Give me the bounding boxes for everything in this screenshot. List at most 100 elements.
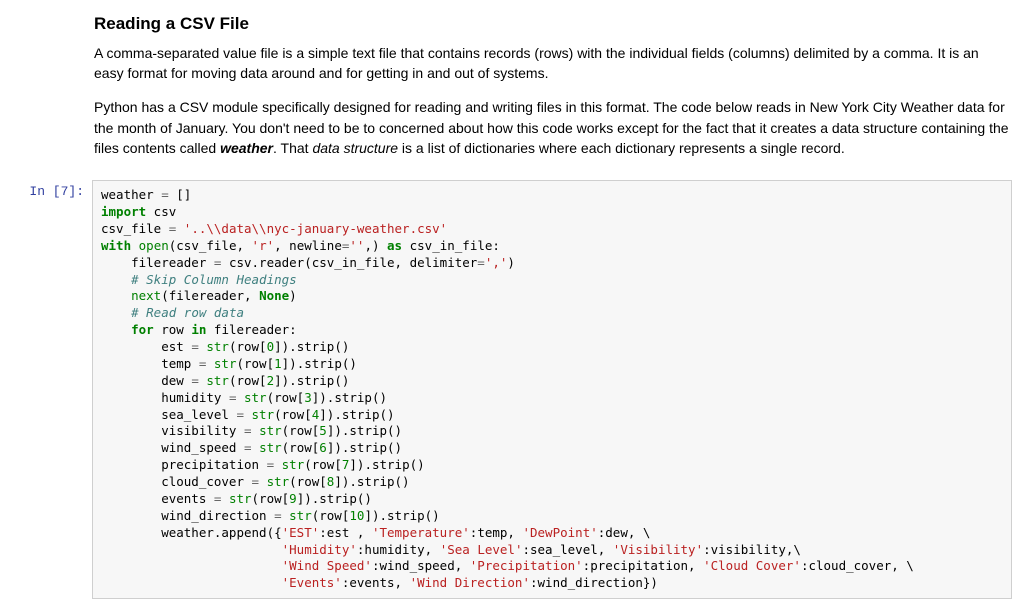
code-token-n: weather.append({ bbox=[101, 525, 282, 540]
code-token-n: (row[ bbox=[229, 373, 267, 388]
code-token-n: csv_file bbox=[101, 221, 169, 236]
code-token-num: 3 bbox=[304, 390, 312, 405]
code-token-nb: next bbox=[131, 288, 161, 303]
para-2-ital: data structure bbox=[312, 140, 398, 156]
para-1: A comma-separated value file is a simple… bbox=[94, 43, 1010, 84]
code-token-op: = bbox=[244, 423, 252, 438]
code-token-n: [] bbox=[169, 187, 192, 202]
code-token-n: filereader: bbox=[206, 322, 296, 337]
code-token-n: cloud_cover bbox=[101, 474, 252, 489]
code-token-op: = bbox=[274, 508, 282, 523]
code-token-n: ]).strip() bbox=[334, 474, 409, 489]
para-2-c: . That bbox=[273, 140, 312, 156]
code-token-n: visibility bbox=[101, 423, 244, 438]
code-token-s: 'Visibility' bbox=[613, 542, 703, 557]
code-token-num: 0 bbox=[267, 339, 275, 354]
code-token-n bbox=[101, 272, 131, 287]
code-token-k: for bbox=[131, 322, 154, 337]
code-body: weather = [] import csv csv_file = '..\\… bbox=[92, 180, 1012, 599]
code-token-n: csv.reader(csv_in_file, delimiter bbox=[221, 255, 477, 270]
code-token-n: ]).strip() bbox=[312, 390, 387, 405]
code-token-n bbox=[244, 407, 252, 422]
code-token-n bbox=[252, 423, 260, 438]
code-token-n: ]).strip() bbox=[274, 339, 349, 354]
code-token-n: wind_speed bbox=[101, 440, 244, 455]
code-token-nb: str bbox=[206, 339, 229, 354]
code-token-n: (row[ bbox=[304, 457, 342, 472]
code-token-n bbox=[206, 356, 214, 371]
input-prompt: In [7]: bbox=[0, 180, 92, 599]
code-token-num: 5 bbox=[319, 423, 327, 438]
code-token-n: est bbox=[101, 339, 191, 354]
code-token-nb: str bbox=[259, 423, 282, 438]
para-2-bold: weather bbox=[220, 140, 273, 156]
code-token-n: (row[ bbox=[236, 356, 274, 371]
code-token-n bbox=[252, 440, 260, 455]
code-token-n: (row[ bbox=[252, 491, 290, 506]
code-token-n: row bbox=[154, 322, 192, 337]
code-token-n bbox=[274, 457, 282, 472]
code-cell: In [7]: weather = [] import csv csv_file… bbox=[0, 176, 1024, 603]
code-area[interactable]: weather = [] import csv csv_file = '..\\… bbox=[92, 180, 1012, 599]
code-token-n: ,) bbox=[364, 238, 387, 253]
markdown-body: Reading a CSV File A comma-separated val… bbox=[92, 4, 1012, 172]
code-token-k: in bbox=[191, 322, 206, 337]
code-token-op: = bbox=[191, 339, 199, 354]
code-token-n: wind_direction bbox=[101, 508, 274, 523]
code-token-nb: str bbox=[289, 508, 312, 523]
code-token-op: = bbox=[161, 187, 169, 202]
code-token-n: ]).strip() bbox=[297, 491, 372, 506]
code-token-n: ]).strip() bbox=[327, 440, 402, 455]
para-2: Python has a CSV module specifically des… bbox=[94, 97, 1010, 158]
code-token-n: csv_in_file: bbox=[402, 238, 500, 253]
notebook-container: Reading a CSV File A comma-separated val… bbox=[0, 0, 1024, 603]
code-token-s: '..\\data\\nyc-january-weather.csv' bbox=[184, 221, 447, 236]
code-token-n: events bbox=[101, 491, 214, 506]
code-token-k: import bbox=[101, 204, 146, 219]
code-token-s: '' bbox=[349, 238, 364, 253]
code-token-n bbox=[101, 322, 131, 337]
code-token-n: :events, bbox=[342, 575, 410, 590]
code-token-n bbox=[101, 542, 282, 557]
code-token-s: 'EST' bbox=[282, 525, 320, 540]
code-token-n: ]).strip() bbox=[282, 356, 357, 371]
code-token-nb: open bbox=[139, 238, 169, 253]
code-token-n: :dew, \ bbox=[598, 525, 651, 540]
code-token-nb: str bbox=[282, 457, 305, 472]
code-token-s: 'DewPoint' bbox=[522, 525, 597, 540]
heading-csv: Reading a CSV File bbox=[94, 12, 1010, 37]
code-token-nb: str bbox=[244, 390, 267, 405]
code-token-n: sea_level bbox=[101, 407, 236, 422]
code-token-nb: str bbox=[252, 407, 275, 422]
code-token-s: 'Cloud Cover' bbox=[703, 558, 801, 573]
code-token-kc: None bbox=[259, 288, 289, 303]
code-token-n: ]).strip() bbox=[319, 407, 394, 422]
code-token-n: filereader bbox=[101, 255, 214, 270]
code-token-num: 6 bbox=[319, 440, 327, 455]
code-token-op: = bbox=[191, 373, 199, 388]
code-token-n: csv bbox=[146, 204, 176, 219]
code-token-n bbox=[259, 474, 267, 489]
code-token-op: = bbox=[477, 255, 485, 270]
markdown-cell: Reading a CSV File A comma-separated val… bbox=[0, 0, 1024, 176]
code-token-num: 9 bbox=[289, 491, 297, 506]
code-token-n: :humidity, bbox=[357, 542, 440, 557]
code-token-n: (row[ bbox=[274, 407, 312, 422]
code-token-c: # Skip Column Headings bbox=[131, 272, 297, 287]
code-token-k: as bbox=[387, 238, 402, 253]
code-token-n: dew bbox=[101, 373, 191, 388]
code-token-n: ]).strip() bbox=[274, 373, 349, 388]
code-token-n: :wind_speed, bbox=[372, 558, 470, 573]
code-token-s: 'r' bbox=[252, 238, 275, 253]
code-token-s: 'Precipitation' bbox=[470, 558, 583, 573]
code-token-s: ',' bbox=[485, 255, 508, 270]
code-token-n bbox=[101, 558, 282, 573]
code-token-n: precipitation bbox=[101, 457, 267, 472]
code-token-k: with bbox=[101, 238, 131, 253]
code-token-s: 'Wind Direction' bbox=[410, 575, 530, 590]
code-token-n bbox=[176, 221, 184, 236]
code-token-nb: str bbox=[214, 356, 237, 371]
code-token-op: = bbox=[236, 407, 244, 422]
code-token-n bbox=[101, 575, 282, 590]
code-token-op: = bbox=[244, 440, 252, 455]
